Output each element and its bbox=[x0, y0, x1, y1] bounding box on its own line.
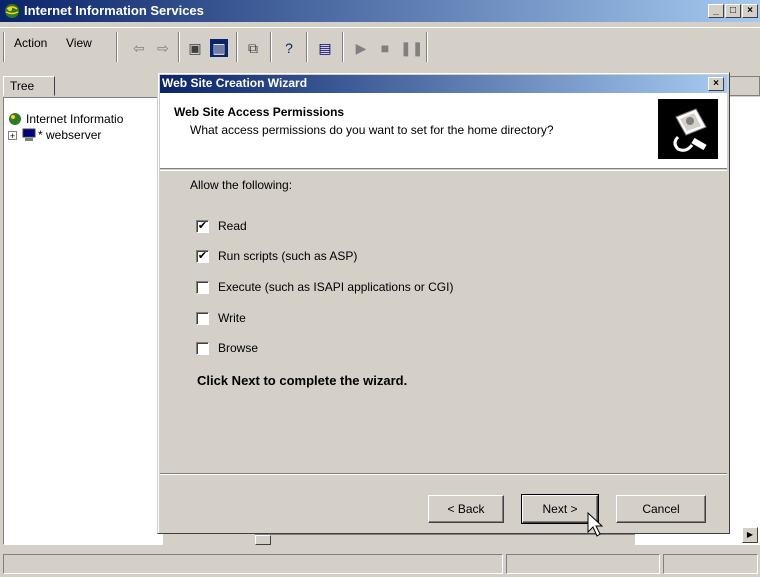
toolbar-separator bbox=[342, 32, 344, 62]
menu-view[interactable]: View bbox=[66, 36, 92, 50]
toolbar-grip bbox=[3, 32, 5, 62]
menu-action[interactable]: Action bbox=[14, 36, 47, 50]
checkbox-browse-label[interactable]: Browse bbox=[218, 341, 258, 355]
minimize-button[interactable]: _ bbox=[708, 4, 724, 18]
back-arrow-icon[interactable]: ⇦ bbox=[130, 39, 148, 57]
wizard-heading: Web Site Access Permissions bbox=[174, 105, 345, 119]
checkbox-browse[interactable] bbox=[196, 342, 209, 355]
wizard-titlebar[interactable]: Web Site Creation Wizard × bbox=[160, 75, 727, 93]
checkbox-run-scripts[interactable]: ✔ bbox=[196, 250, 209, 263]
checkbox-read[interactable]: ✔ bbox=[196, 220, 209, 233]
toolbar: Action View ⇦ ⇨ ▣ ▥ ⧉ ? ▤ ▶ ■ ❚❚ bbox=[0, 27, 760, 67]
maximize-button[interactable]: □ bbox=[725, 4, 741, 18]
close-button[interactable]: × bbox=[742, 4, 758, 18]
window-title: Internet Information Services bbox=[24, 3, 204, 18]
scroll-right-icon[interactable]: ▶ bbox=[742, 527, 758, 543]
tree-panel[interactable]: Internet Informatio + * webserver bbox=[3, 97, 163, 545]
tree-item-root[interactable]: Internet Informatio bbox=[26, 112, 123, 126]
show-tree-icon[interactable]: ▥ bbox=[210, 39, 228, 57]
toolbar-separator bbox=[426, 32, 428, 62]
menu-action-label: Action bbox=[14, 36, 48, 50]
checkbox-run-scripts-label[interactable]: Run scripts (such as ASP) bbox=[218, 249, 357, 263]
status-cell-3 bbox=[663, 554, 758, 574]
back-button[interactable]: < Back bbox=[428, 495, 504, 523]
main-titlebar[interactable]: Internet Information Services _ □ × bbox=[0, 0, 760, 22]
iis-globe-icon bbox=[4, 3, 20, 19]
footer-divider bbox=[160, 473, 727, 475]
wizard-close-button[interactable]: × bbox=[708, 77, 724, 91]
status-bar bbox=[0, 550, 760, 577]
toolbar-separator bbox=[306, 32, 308, 62]
toolbar-separator bbox=[270, 32, 272, 62]
pause-icon[interactable]: ❚❚ bbox=[400, 39, 423, 57]
horizontal-scrollbar[interactable] bbox=[255, 534, 635, 545]
checkbox-write[interactable] bbox=[196, 312, 209, 325]
security-key-icon bbox=[658, 99, 718, 159]
menu-view-label: View bbox=[66, 36, 92, 50]
computer-toolbar-icon[interactable]: ▤ bbox=[316, 39, 334, 57]
checkbox-execute[interactable] bbox=[196, 281, 209, 294]
complete-instruction: Click Next to complete the wizard. bbox=[197, 373, 408, 388]
status-cell-2 bbox=[506, 554, 660, 574]
mouse-cursor-icon bbox=[587, 511, 605, 540]
toolbar-separator bbox=[116, 32, 118, 62]
toolbar-separator bbox=[178, 32, 180, 62]
forward-arrow-icon[interactable]: ⇨ bbox=[154, 39, 172, 57]
checkbox-execute-label[interactable]: Execute (such as ISAPI applications or C… bbox=[218, 280, 453, 294]
expand-icon[interactable]: + bbox=[8, 131, 17, 141]
header-divider bbox=[160, 170, 727, 171]
computer-icon bbox=[22, 128, 36, 142]
cancel-button[interactable]: Cancel bbox=[616, 495, 706, 523]
stop-icon[interactable]: ■ bbox=[376, 39, 394, 57]
checkbox-read-label[interactable]: Read bbox=[218, 219, 247, 233]
scroll-left-icon[interactable] bbox=[255, 535, 271, 545]
up-folder-icon[interactable]: ▣ bbox=[186, 39, 204, 57]
toolbar-separator bbox=[236, 32, 238, 62]
checkbox-write-label[interactable]: Write bbox=[218, 311, 246, 325]
tab-tree[interactable]: Tree bbox=[3, 76, 55, 96]
wizard-title: Web Site Creation Wizard bbox=[162, 76, 308, 90]
wizard-subheading: What access permissions do you want to s… bbox=[190, 123, 554, 137]
wizard-header: Web Site Access Permissions What access … bbox=[160, 93, 727, 169]
tree-item-webserver[interactable]: * webserver bbox=[38, 128, 101, 142]
play-icon[interactable]: ▶ bbox=[352, 39, 370, 57]
export-list-icon[interactable]: ⧉ bbox=[244, 39, 262, 57]
help-icon[interactable]: ? bbox=[280, 39, 298, 57]
allow-label: Allow the following: bbox=[190, 178, 293, 192]
iis-globe-icon bbox=[8, 112, 22, 126]
wizard-dialog: Web Site Creation Wizard × Web Site Acce… bbox=[157, 72, 730, 534]
status-cell-main bbox=[3, 554, 503, 574]
